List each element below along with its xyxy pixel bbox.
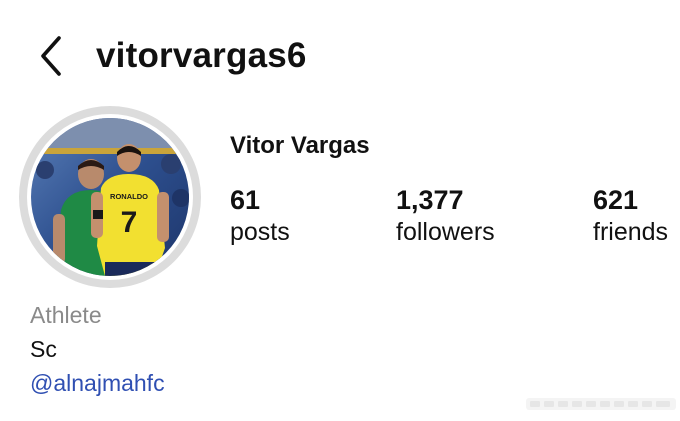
followers-stat[interactable]: 1,377 followers: [396, 184, 495, 248]
friends-count: 621: [593, 185, 639, 215]
posts-label: posts: [230, 218, 290, 246]
profile-username: vitorvargas6: [96, 36, 307, 75]
profile-header: vitorvargas6: [0, 0, 680, 110]
friends-label: friends: [593, 218, 669, 246]
jersey-name: RONALDO: [110, 192, 148, 201]
chevron-left-icon: [41, 36, 61, 76]
avatar[interactable]: RONALDO 7: [19, 106, 201, 288]
display-name: Vitor Vargas: [230, 132, 370, 159]
followers-count: 1,377: [396, 185, 464, 215]
profile-photo: RONALDO 7: [31, 118, 189, 276]
avatar-border: RONALDO 7: [27, 114, 193, 280]
followers-label: followers: [396, 218, 495, 246]
posts-stat[interactable]: 61 posts: [230, 184, 290, 248]
profile-bio: Sc: [30, 336, 57, 362]
profile-link[interactable]: @alnajmahfc: [30, 369, 165, 397]
friends-stat[interactable]: 621 friends: [593, 184, 668, 248]
jersey-number: 7: [121, 206, 138, 239]
watermark-logo: [526, 398, 676, 410]
profile-category: Athlete: [30, 302, 102, 328]
back-button[interactable]: [32, 34, 72, 78]
posts-count: 61: [230, 185, 261, 215]
